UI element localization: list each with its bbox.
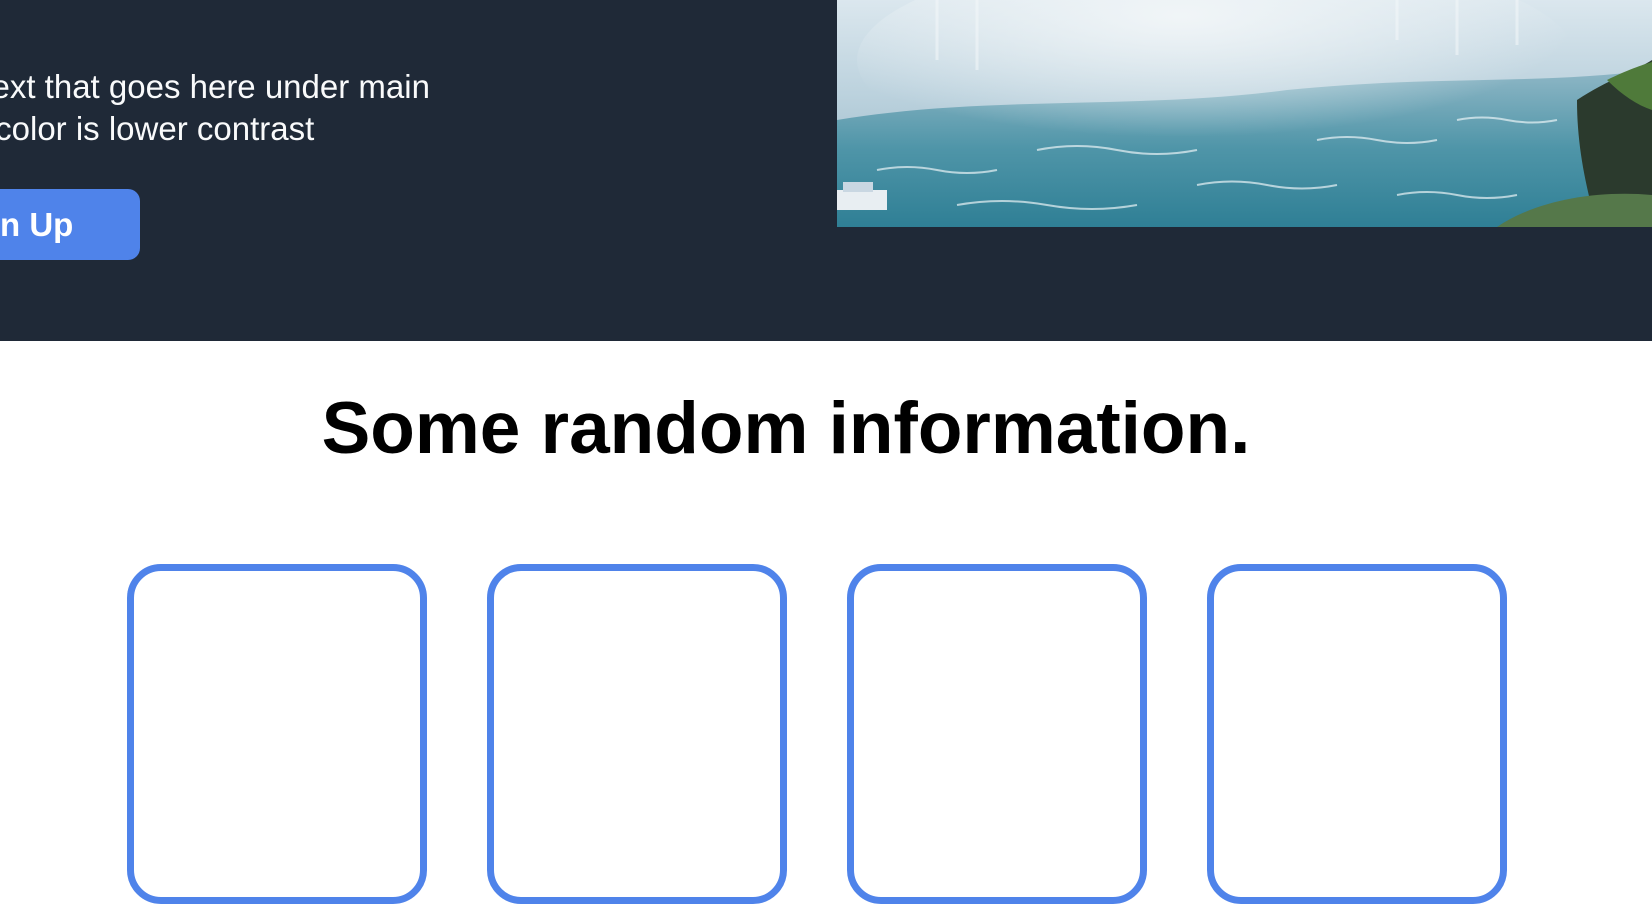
info-card-1[interactable] <box>127 564 427 904</box>
info-card-4[interactable] <box>1207 564 1507 904</box>
info-section: Some random information. <box>0 341 1652 904</box>
hero-section: bsite has some subtext that goes here un… <box>0 0 1652 341</box>
info-heading: Some random information. <box>321 388 1251 469</box>
waterfall-image <box>837 0 1652 227</box>
hero-subtext: bsite has some subtext that goes here un… <box>0 66 798 150</box>
hero-subtext-line-2: smaller text and the color is lower cont… <box>0 110 315 147</box>
hero-subtext-line-1: bsite has some subtext that goes here un… <box>0 68 430 105</box>
info-card-2[interactable] <box>487 564 787 904</box>
sign-up-button[interactable]: n Up <box>0 189 140 260</box>
info-card-3[interactable] <box>847 564 1147 904</box>
